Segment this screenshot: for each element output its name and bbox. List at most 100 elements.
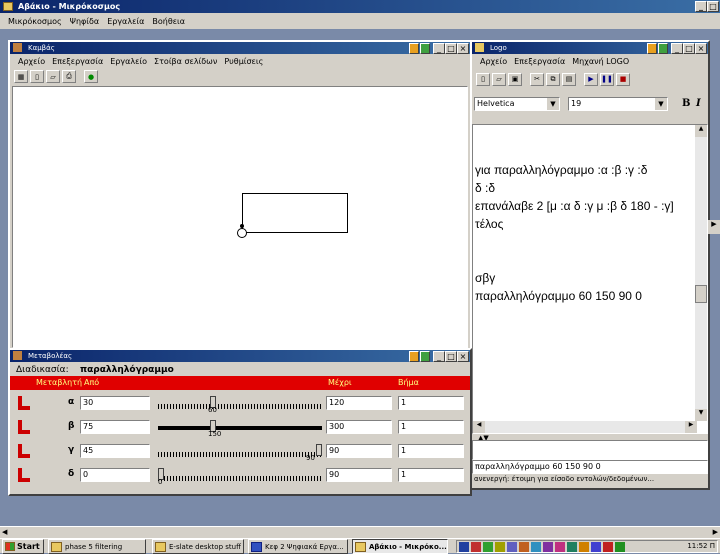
desktop-right-scroll[interactable]: ▶ bbox=[708, 220, 720, 234]
to-field[interactable]: 90 bbox=[326, 468, 392, 482]
run-icon[interactable]: ▶ bbox=[584, 72, 598, 86]
task-word-doc[interactable]: Κεφ 2 Ψηφιακά Εργα... bbox=[248, 539, 348, 554]
variables-close-button[interactable]: × bbox=[457, 351, 469, 362]
canvas-menu-settings[interactable]: Ρυθμίσεις bbox=[224, 57, 263, 66]
menu-help[interactable]: Βοήθεια bbox=[152, 17, 185, 26]
step-field[interactable]: 1 bbox=[398, 396, 464, 410]
to-field[interactable]: 120 bbox=[326, 396, 392, 410]
pause-icon[interactable]: ❚❚ bbox=[600, 72, 614, 86]
scroll-down-icon[interactable]: ▼ bbox=[695, 409, 707, 421]
canvas-restore-button[interactable]: □ bbox=[445, 43, 457, 54]
stop-icon[interactable]: ■ bbox=[616, 72, 630, 86]
italic-button[interactable]: I bbox=[696, 98, 701, 109]
slider-thumb[interactable] bbox=[316, 444, 322, 456]
tray-app-icon[interactable] bbox=[579, 542, 589, 552]
canvas-close-button[interactable]: × bbox=[457, 43, 469, 54]
menu-component[interactable]: Ψηφίδα bbox=[70, 17, 100, 26]
tray-app-icon[interactable] bbox=[471, 542, 481, 552]
canvas-menu-tool[interactable]: Εργαλείο bbox=[110, 57, 147, 66]
new-page-icon[interactable]: ▦ bbox=[14, 70, 28, 83]
drawing-canvas[interactable] bbox=[12, 86, 468, 348]
tray-app-icon[interactable] bbox=[603, 542, 613, 552]
task-phase5[interactable]: phase 5 filtering bbox=[48, 539, 146, 554]
canvas-menu-file[interactable]: Αρχείο bbox=[18, 57, 45, 66]
open-folder-icon[interactable]: ▱ bbox=[46, 70, 60, 83]
variables-minimize-button[interactable]: _ bbox=[433, 351, 445, 362]
canvas-menu-edit[interactable]: Επεξεργασία bbox=[52, 57, 103, 66]
editor-vscrollbar[interactable]: ▲ ▼ bbox=[695, 125, 707, 421]
copy-icon[interactable]: ⧉ bbox=[546, 72, 560, 86]
tray-app-icon[interactable] bbox=[567, 542, 577, 552]
font-size-select[interactable]: 19 ▼ bbox=[568, 97, 668, 111]
canvas-help-button[interactable] bbox=[420, 43, 430, 54]
step-field[interactable]: 1 bbox=[398, 444, 464, 458]
scroll-right-icon[interactable]: ▶ bbox=[685, 421, 697, 433]
logo-menu-file[interactable]: Αρχείο bbox=[480, 57, 507, 66]
cut-icon[interactable]: ✂ bbox=[530, 72, 544, 86]
task-abakio[interactable]: Αβάκιο - Μικρόκο... bbox=[352, 539, 448, 554]
variables-restore-button[interactable]: □ bbox=[445, 351, 457, 362]
desktop-hscrollbar[interactable]: ◀ ▶ bbox=[0, 526, 720, 538]
new-file-icon[interactable]: ▯ bbox=[30, 70, 44, 83]
tray-app-icon[interactable] bbox=[615, 542, 625, 552]
tray-app-icon[interactable] bbox=[591, 542, 601, 552]
restore-button[interactable]: □ bbox=[707, 1, 719, 12]
step-field[interactable]: 1 bbox=[398, 468, 464, 482]
value-slider[interactable]: 60 bbox=[158, 396, 322, 414]
save-icon[interactable]: ▣ bbox=[508, 72, 522, 86]
tray-app-icon[interactable] bbox=[543, 542, 553, 552]
command-input[interactable]: παραλληλόγραμμο 60 150 90 0 bbox=[472, 460, 708, 474]
value-slider[interactable]: 0 bbox=[158, 468, 322, 486]
step-value: 1 bbox=[401, 470, 407, 479]
value-slider[interactable]: 90 bbox=[158, 444, 322, 462]
task-eslate[interactable]: E-slate desktop stuff bbox=[152, 539, 244, 554]
from-field[interactable]: 75 bbox=[80, 420, 150, 434]
canvas-pin-button[interactable] bbox=[409, 43, 419, 54]
tray-app-icon[interactable] bbox=[507, 542, 517, 552]
menu-tools[interactable]: Εργαλεία bbox=[107, 17, 144, 26]
logo-close-button[interactable]: × bbox=[695, 43, 707, 54]
scroll-thumb[interactable] bbox=[695, 285, 707, 303]
variables-pin-button[interactable] bbox=[409, 351, 419, 362]
to-field[interactable]: 300 bbox=[326, 420, 392, 434]
scroll-left-icon[interactable]: ◀ bbox=[473, 421, 485, 433]
paste-icon[interactable]: ▤ bbox=[562, 72, 576, 86]
logo-help-button[interactable] bbox=[658, 43, 668, 54]
logo-editor[interactable]: για παραλληλόγραμμο :α :β :γ :δ δ :δ επα… bbox=[472, 124, 708, 434]
canvas-minimize-button[interactable]: _ bbox=[433, 43, 445, 54]
scroll-up-icon[interactable]: ▲ bbox=[695, 125, 707, 137]
menu-microcosm[interactable]: Μικρόκοσμος bbox=[8, 17, 62, 26]
tray-app-icon[interactable] bbox=[483, 542, 493, 552]
print-icon[interactable]: ⎙ bbox=[62, 70, 76, 83]
tray-app-icon[interactable] bbox=[459, 542, 469, 552]
tray-app-icon[interactable] bbox=[519, 542, 529, 552]
start-button[interactable]: Start bbox=[2, 539, 44, 554]
scroll-left-icon[interactable]: ◀ bbox=[2, 528, 7, 536]
logo-pin-button[interactable] bbox=[647, 43, 657, 54]
from-field[interactable]: 45 bbox=[80, 444, 150, 458]
logo-restore-button[interactable]: □ bbox=[683, 43, 695, 54]
new-file-icon[interactable]: ▯ bbox=[476, 72, 490, 86]
open-folder-icon[interactable]: ▱ bbox=[492, 72, 506, 86]
logo-menu-engine[interactable]: Μηχανή LOGO bbox=[572, 57, 629, 66]
step-field[interactable]: 1 bbox=[398, 420, 464, 434]
command-history[interactable] bbox=[472, 440, 708, 460]
logo-menu-edit[interactable]: Επεξεργασία bbox=[514, 57, 565, 66]
canvas-menu-pages[interactable]: Στοίβα σελίδων bbox=[154, 57, 217, 66]
bold-button[interactable]: B bbox=[682, 98, 690, 109]
turtle-icon[interactable]: ● bbox=[84, 70, 98, 83]
tray-app-icon[interactable] bbox=[531, 542, 541, 552]
from-field[interactable]: 0 bbox=[80, 468, 150, 482]
logo-minimize-button[interactable]: _ bbox=[671, 43, 683, 54]
editor-hscrollbar[interactable]: ◀ ▶ bbox=[473, 421, 697, 433]
scroll-right-icon[interactable]: ▶ bbox=[713, 528, 718, 536]
value-slider[interactable]: 150 bbox=[158, 420, 322, 438]
minimize-button[interactable]: _ bbox=[695, 1, 707, 12]
from-field[interactable]: 30 bbox=[80, 396, 150, 410]
tray-app-icon[interactable] bbox=[555, 542, 565, 552]
tray-app-icon[interactable] bbox=[495, 542, 505, 552]
variables-help-button[interactable] bbox=[420, 351, 430, 362]
font-name-select[interactable]: Helvetica ▼ bbox=[474, 97, 560, 111]
to-field[interactable]: 90 bbox=[326, 444, 392, 458]
